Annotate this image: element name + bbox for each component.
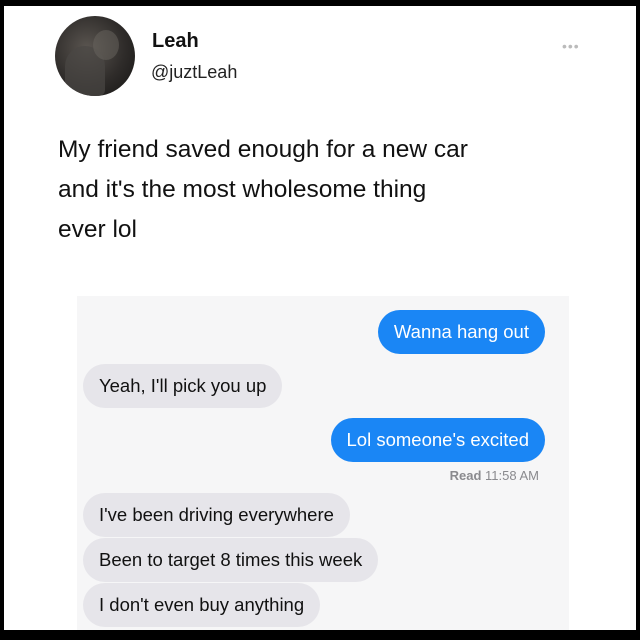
received-message-bubble: I've been driving everywhere <box>83 493 350 537</box>
sent-message-bubble: Lol someone's excited <box>330 418 545 462</box>
read-time: 11:58 AM <box>485 468 539 483</box>
received-message-bubble: Yeah, I'll pick you up <box>83 364 283 408</box>
more-dots-icon[interactable]: ••• <box>562 38 580 54</box>
chat-screenshot: Wanna hang out Yeah, I'll pick you up Lo… <box>77 296 569 630</box>
received-message-bubble: Been to target 8 times this week <box>83 538 379 582</box>
author-handle[interactable]: @juztLeah <box>151 62 237 83</box>
author-name[interactable]: Leah <box>152 30 199 53</box>
post-text-line: ever lol <box>58 216 137 243</box>
screenshot-frame: Leah @juztLeah ••• My friend saved enoug… <box>4 6 636 630</box>
sent-message-bubble: Wanna hang out <box>377 310 545 354</box>
post-text: My friend saved enough for a new car and… <box>58 130 598 250</box>
read-label: Read <box>449 468 482 483</box>
avatar[interactable] <box>55 16 135 96</box>
post-text-line: and it's the most wholesome thing <box>58 176 427 203</box>
received-message-bubble: I don't even buy anything <box>83 583 321 627</box>
post-text-line: My friend saved enough for a new car <box>58 136 468 163</box>
read-receipt: Read 11:58 AM <box>450 468 539 483</box>
avatar-highlight <box>93 30 119 60</box>
